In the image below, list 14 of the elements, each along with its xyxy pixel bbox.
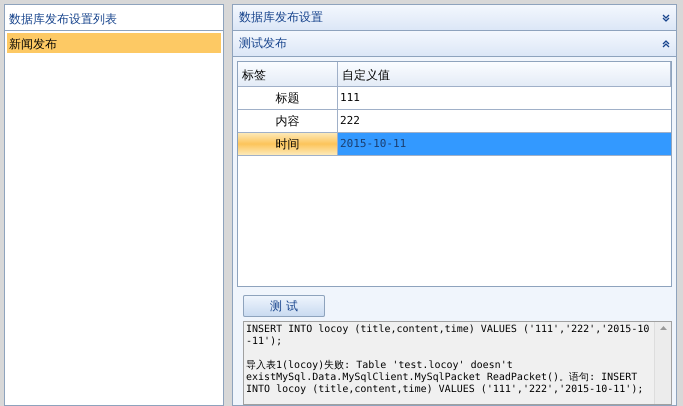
section-title: 测试发布 (239, 35, 287, 52)
label-cell: 时间 (238, 133, 338, 155)
value-cell[interactable]: 2015-10-11 (338, 133, 671, 155)
log-text: 导入表1(locoy)失败: Table 'test.locoy' doesn't existMySql.Data.MySqlClient.MySqlPacket ReadPacket()。语句: INSERT INTO locoy (title,content,time) VALUES ('111','222','2015-10-11'); (246, 360, 644, 396)
column-header[interactable]: 标签 (238, 62, 338, 86)
log-text: INSERT INTO locoy (title,content,time) VALUES ('111','222','2015-10 -11'); (246, 324, 650, 348)
panel-title: 数据库发布设置列表 (5, 5, 223, 31)
list-item[interactable]: 新闻发布 (7, 33, 221, 53)
scrollbar[interactable] (654, 322, 671, 404)
column-header[interactable]: 自定义值 (338, 62, 671, 86)
section-title: 数据库发布设置 (239, 9, 323, 26)
collapse-icon[interactable] (662, 40, 670, 48)
expand-icon[interactable] (662, 14, 670, 22)
test-button[interactable]: 测 试 (243, 295, 325, 317)
